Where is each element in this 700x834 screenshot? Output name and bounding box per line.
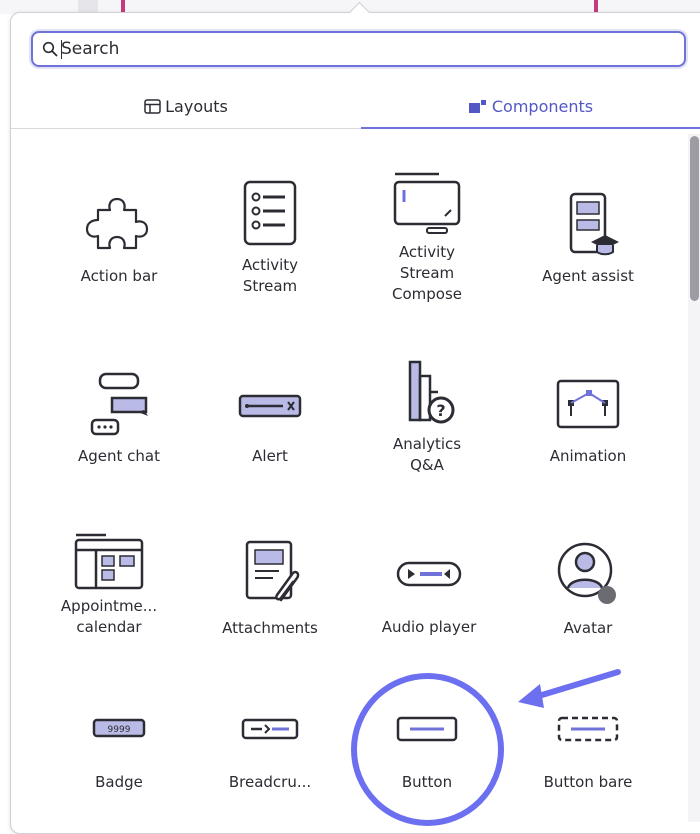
component-action-bar[interactable]: Action bar <box>54 190 184 300</box>
component-analytics-qa[interactable]: ? Analytics Q&A <box>362 360 492 490</box>
component-label: Analytics Q&A <box>392 435 462 474</box>
component-label: Action bar <box>80 267 158 285</box>
component-label: Breadcru... <box>228 773 312 791</box>
svg-text:?: ? <box>436 401 445 420</box>
avatar-icon <box>557 542 616 604</box>
component-audio-player[interactable]: Audio player <box>364 555 494 650</box>
component-agent-chat[interactable]: Agent chat <box>54 372 184 477</box>
badge-icon: 9999 <box>92 718 146 738</box>
component-label: Button bare <box>543 773 633 791</box>
component-appointment-calendar[interactable]: Appointme... calendar <box>44 532 174 657</box>
annotation-arrow-icon <box>518 669 621 708</box>
puzzle-icon <box>85 197 149 250</box>
component-badge[interactable]: 9999 Badge <box>54 712 184 802</box>
component-label: Audio player <box>381 618 477 636</box>
attachment-icon <box>245 540 300 602</box>
component-avatar[interactable]: Avatar <box>523 538 653 648</box>
component-label: Agent assist <box>542 267 634 285</box>
chat-icon <box>90 372 148 436</box>
component-label: Badge <box>95 773 143 791</box>
component-label: Animation <box>549 447 627 465</box>
component-breadcrumb[interactable]: Breadcru... <box>205 712 335 802</box>
tab-layouts-label: Layouts <box>165 96 228 116</box>
layout-icon <box>144 98 161 114</box>
badge-count: 9999 <box>108 725 131 735</box>
agent-assist-icon <box>569 192 619 256</box>
checklist-icon <box>243 180 297 246</box>
animation-icon <box>556 379 620 429</box>
component-agent-assist[interactable]: Agent assist <box>523 190 653 300</box>
component-activity-stream-compose[interactable]: Activity Stream Compose <box>362 172 492 322</box>
search-field[interactable] <box>31 31 686 67</box>
component-activity-stream[interactable]: Activity Stream <box>205 180 335 305</box>
component-attachments[interactable]: Attachments <box>205 538 335 648</box>
picker-tabs: Layouts Components <box>11 84 700 129</box>
component-animation[interactable]: Animation <box>523 378 653 478</box>
tab-components[interactable]: Components <box>361 84 700 129</box>
component-label: Appointme... calendar <box>60 597 158 636</box>
tab-layouts[interactable]: Layouts <box>11 84 361 128</box>
component-label: Activity Stream Compose <box>391 243 462 303</box>
search-icon <box>42 41 58 57</box>
compose-icon <box>393 172 461 234</box>
component-label: Agent chat <box>78 447 160 465</box>
active-tab-indicator <box>361 127 700 129</box>
component-label: Avatar <box>563 619 613 637</box>
breadcrumb-icon <box>241 718 299 740</box>
components-icon <box>468 99 486 113</box>
tab-components-label: Components <box>491 96 594 116</box>
highlight-circle <box>351 673 504 826</box>
component-alert[interactable]: Alert <box>205 388 335 478</box>
calendar-icon <box>74 533 144 590</box>
scrollbar-thumb[interactable] <box>690 136 699 301</box>
component-label: Attachments <box>222 619 318 637</box>
component-label: Activity Stream <box>241 256 299 295</box>
audio-player-icon <box>396 561 462 587</box>
text-cursor <box>61 40 62 59</box>
search-input[interactable] <box>61 35 661 63</box>
component-label: Alert <box>252 447 288 465</box>
component-button-bare[interactable]: Button bare <box>523 712 653 802</box>
alert-icon <box>238 394 302 418</box>
analytics-qa-icon: ? <box>408 360 455 424</box>
